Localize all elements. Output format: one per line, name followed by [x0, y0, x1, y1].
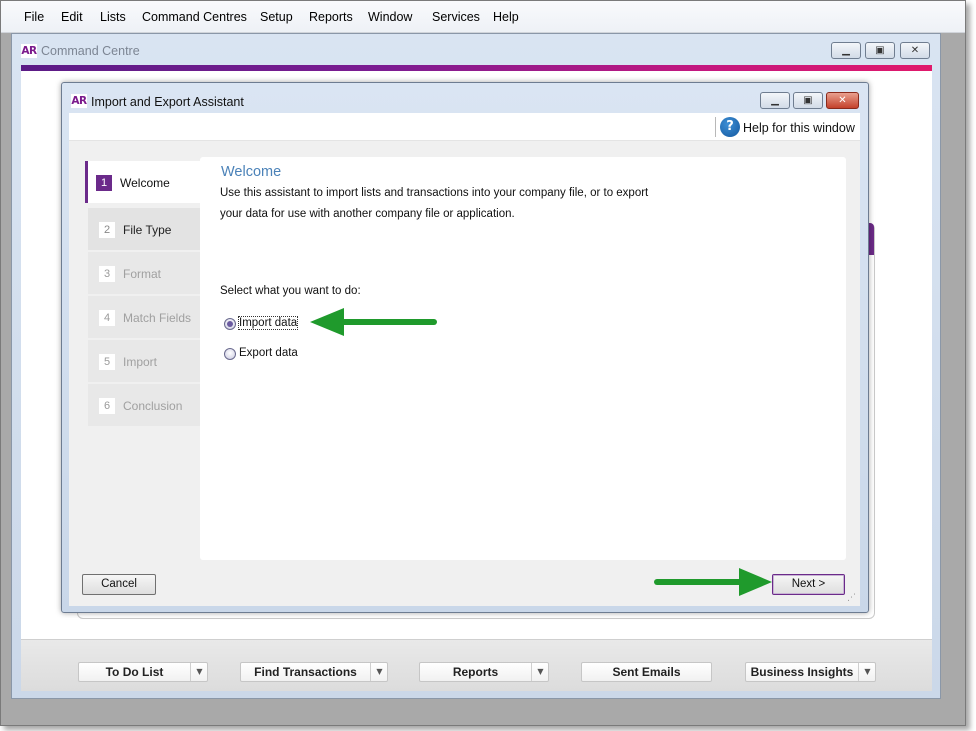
step-import: 5 Import — [88, 340, 200, 382]
minimize-icon: ▁ — [842, 45, 850, 56]
step-conclusion: 6 Conclusion — [88, 384, 200, 426]
chevron-down-icon[interactable]: ▼ — [531, 663, 549, 681]
help-strip: ? Help for this window — [69, 113, 860, 141]
close-icon: ✕ — [838, 95, 847, 106]
welcome-panel: Welcome Use this assistant to import lis… — [200, 157, 846, 560]
next-button[interactable]: Next > — [772, 574, 845, 595]
help-link[interactable]: Help for this window — [743, 121, 855, 135]
step-file-type: 2 File Type — [88, 208, 200, 250]
import-data-radio[interactable] — [224, 318, 236, 330]
business-insights-button[interactable]: Business Insights ▼ — [745, 662, 876, 682]
chevron-down-icon[interactable]: ▼ — [858, 663, 876, 681]
step-number: 5 — [99, 354, 115, 370]
step-number: 2 — [99, 222, 115, 238]
step-format: 3 Format — [88, 252, 200, 294]
menu-bar: File Edit Lists Command Centres Setup Re… — [1, 1, 965, 33]
cancel-button[interactable]: Cancel — [82, 574, 156, 595]
app-logo: AR — [21, 44, 37, 58]
maximize-icon: ▣ — [875, 45, 885, 56]
step-label: Match Fields — [123, 311, 192, 325]
todo-list-label: To Do List — [105, 665, 164, 679]
step-number: 1 — [96, 175, 112, 191]
chevron-down-icon[interactable]: ▼ — [370, 663, 388, 681]
menu-command-centres[interactable]: Command Centres — [142, 10, 247, 24]
annotation-arrow-right-icon — [654, 568, 772, 596]
step-number: 6 — [99, 398, 115, 414]
step-label: File Type — [123, 223, 172, 237]
command-centre-titlebar: AR Command Centre ▁ ▣ ✕ — [12, 34, 940, 64]
resize-grip-icon[interactable]: ⋰ — [847, 593, 857, 603]
step-label: Import — [123, 355, 158, 369]
menu-window[interactable]: Window — [368, 10, 412, 24]
business-insights-label: Business Insights — [750, 665, 854, 679]
reports-label: Reports — [452, 665, 499, 679]
menu-setup[interactable]: Setup — [260, 10, 293, 24]
panel-title: Welcome — [221, 164, 282, 180]
sent-emails-label: Sent Emails — [612, 665, 681, 679]
chevron-down-icon[interactable]: ▼ — [190, 663, 208, 681]
step-number: 3 — [99, 266, 115, 282]
annotation-arrow-left-icon — [310, 308, 437, 336]
cc-minimize-button[interactable]: ▁ — [831, 42, 861, 59]
find-transactions-label: Find Transactions — [254, 665, 357, 679]
selection-prompt: Select what you want to do: — [220, 285, 361, 297]
command-centre-title: Command Centre — [41, 44, 140, 58]
menu-help[interactable]: Help — [493, 10, 519, 24]
menu-file[interactable]: File — [24, 10, 44, 24]
export-data-option[interactable]: Export data — [224, 346, 314, 362]
dialog-logo: AR — [71, 94, 87, 108]
dialog-maximize-button[interactable]: ▣ — [793, 92, 823, 109]
cc-maximize-button[interactable]: ▣ — [865, 42, 895, 59]
export-data-label[interactable]: Export data — [239, 347, 298, 359]
radio-dot — [227, 321, 233, 327]
import-export-dialog: AR Import and Export Assistant ▁ ▣ ✕ ? H… — [61, 82, 869, 613]
bottom-toolbar: To Do List ▼ Find Transactions ▼ Reports… — [21, 639, 932, 691]
step-number: 4 — [99, 310, 115, 326]
maximize-icon: ▣ — [803, 95, 813, 106]
intro-text-line-1: Use this assistant to import lists and t… — [220, 187, 649, 199]
dialog-close-button[interactable]: ✕ — [826, 92, 859, 109]
find-transactions-button[interactable]: Find Transactions ▼ — [240, 662, 388, 682]
step-label: Conclusion — [123, 399, 183, 413]
step-match-fields: 4 Match Fields — [88, 296, 200, 338]
step-label: Welcome — [120, 176, 170, 190]
export-data-radio[interactable] — [224, 348, 236, 360]
menu-services[interactable]: Services — [432, 10, 480, 24]
reports-button[interactable]: Reports ▼ — [419, 662, 549, 682]
step-welcome: 1 Welcome — [85, 161, 200, 203]
dialog-body: ? Help for this window 1 Welcome 2 File … — [69, 113, 860, 606]
minimize-icon: ▁ — [771, 95, 779, 106]
close-icon: ✕ — [910, 45, 920, 56]
menu-reports[interactable]: Reports — [309, 10, 353, 24]
help-separator — [715, 117, 716, 137]
app-frame: File Edit Lists Command Centres Setup Re… — [0, 0, 966, 726]
menu-lists[interactable]: Lists — [100, 10, 126, 24]
import-data-label[interactable]: Import data — [237, 316, 299, 330]
intro-text-line-2: your data for use with another company f… — [220, 208, 515, 220]
cc-close-button[interactable]: ✕ — [900, 42, 930, 59]
help-circle-icon[interactable]: ? — [720, 117, 740, 137]
menu-edit[interactable]: Edit — [61, 10, 83, 24]
sent-emails-button[interactable]: Sent Emails — [581, 662, 712, 682]
dialog-title: Import and Export Assistant — [91, 95, 244, 109]
dialog-minimize-button[interactable]: ▁ — [760, 92, 790, 109]
import-data-option[interactable]: Import data — [224, 316, 314, 332]
step-label: Format — [123, 267, 162, 281]
todo-list-button[interactable]: To Do List ▼ — [78, 662, 208, 682]
